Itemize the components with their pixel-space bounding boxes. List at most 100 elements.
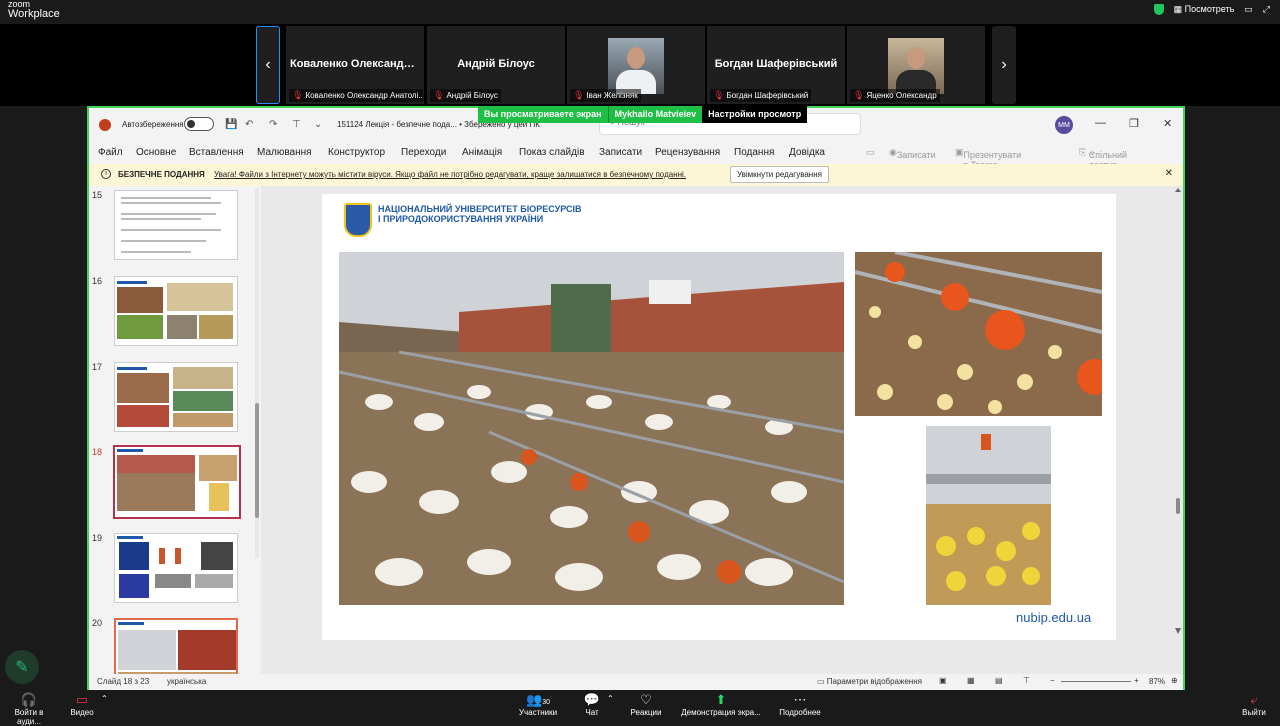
enable-editing-button[interactable]: Увімкнути редагування: [730, 166, 829, 183]
participant-tile[interactable]: 🎙 Іван Желізняк: [567, 26, 705, 104]
presenter-name: Mykhailo Matvieiev: [607, 106, 703, 123]
university-name: НАЦІОНАЛЬНИЙ УНІВЕРСИТЕТ БІОРЕСУРСІВ І ПР…: [378, 204, 582, 224]
participants-icon: 👥: [526, 692, 543, 707]
info-icon: i: [101, 169, 111, 179]
close-icon[interactable]: ✕: [1163, 117, 1172, 130]
ribbon-menu: Файл Основне Вставлення Малювання Констр…: [89, 144, 1183, 170]
muted-mic-icon: 🎙: [292, 90, 304, 100]
menu-insert[interactable]: Вставлення: [189, 147, 244, 158]
redo-icon[interactable]: ↷: [269, 119, 277, 130]
next-page-button[interactable]: ›: [992, 26, 1016, 104]
close-icon[interactable]: ✕: [1165, 168, 1173, 179]
video-options-icon[interactable]: ⌃: [101, 694, 108, 703]
more-button[interactable]: ⋯ Подробнее: [778, 692, 822, 717]
muted-mic-icon: 🎙: [853, 90, 865, 100]
powerpoint-window: Автозбереження 💾 ↶ ↷ ⊤ ⌄ 151124 Лекція -…: [87, 106, 1185, 690]
fullscreen-icon[interactable]: ⤢: [1263, 4, 1270, 15]
undo-icon[interactable]: ↶: [245, 119, 253, 130]
share-screen-button[interactable]: ⬆ Демонстрация экра...: [680, 692, 762, 717]
university-logo: [344, 203, 372, 237]
status-bar: Слайд 18 з 23 українська ▭ Параметри від…: [89, 674, 1183, 690]
menu-design[interactable]: Конструктор: [328, 147, 385, 158]
participants-button[interactable]: 👥30 Участники: [516, 692, 560, 717]
slide-thumbnail[interactable]: [114, 190, 238, 260]
leave-button[interactable]: ⤶ Выйти: [1240, 692, 1268, 717]
university-website: nubip.edu.ua: [1016, 610, 1092, 625]
slide-sorter-icon[interactable]: ▦: [967, 676, 975, 685]
muted-mic-icon: 🎙: [433, 90, 445, 100]
leave-icon: ⤶: [1250, 692, 1258, 707]
slide-thumbnail[interactable]: [114, 362, 238, 432]
menu-help[interactable]: Довідка: [789, 147, 825, 158]
autosave-toggle[interactable]: [184, 117, 214, 131]
comments-icon[interactable]: ▭: [866, 147, 875, 158]
participant-tile[interactable]: 🎙 Яценко Олександр: [847, 26, 985, 104]
powerpoint-icon: [99, 119, 111, 131]
drinker-chicks-photo: [926, 426, 1051, 605]
participant-tile[interactable]: Богдан Шаферівський 🎙 Богдан Шаферівський: [707, 26, 845, 104]
menu-animation[interactable]: Анімація: [462, 147, 502, 158]
fit-slide-icon[interactable]: ⊕: [1171, 676, 1178, 685]
muted-mic-icon: 🎙: [573, 90, 585, 100]
share-button[interactable]: ⎘ Спільний доступ ⌄: [1079, 147, 1127, 170]
annotate-icon[interactable]: ✎: [5, 650, 39, 684]
screen-share-bar: Вы просматриваете экран Mykhailo Matviei…: [478, 106, 808, 123]
zoom-out-icon[interactable]: −: [1050, 676, 1055, 685]
zoom-topbar: zoom Workplace ▦ Посмотреть ▭ ⤢: [0, 0, 1280, 24]
zoom-in-icon[interactable]: +: [1134, 676, 1139, 685]
menu-transitions[interactable]: Переходи: [401, 147, 446, 158]
menu-slideshow[interactable]: Показ слайдів: [519, 147, 585, 158]
participant-photo: [608, 38, 664, 94]
present-icon[interactable]: ⊤: [292, 119, 301, 130]
headphones-icon: 🎧: [20, 692, 38, 707]
slide-stage: НАЦІОНАЛЬНИЙ УНІВЕРСИТЕТ БІОРЕСУРСІВ І ПР…: [261, 186, 1183, 674]
video-button[interactable]: ▭ Видео: [64, 692, 100, 717]
present-teams-button[interactable]: ▣ Презентувати в Teams: [955, 147, 1021, 170]
encryption-shield-icon[interactable]: [1153, 4, 1164, 15]
slide-thumbnails: 15 16 17 18 19 20: [89, 186, 261, 688]
more-icon: ⋯: [793, 692, 807, 707]
menu-record[interactable]: Записати: [599, 147, 642, 158]
slide-thumbnail[interactable]: [114, 533, 238, 603]
slideshow-icon[interactable]: ⊤: [1023, 676, 1030, 685]
menu-draw[interactable]: Малювання: [257, 147, 312, 158]
chat-options-icon[interactable]: ⌃: [607, 694, 614, 703]
menu-view[interactable]: Подання: [734, 147, 774, 158]
slide-counter: Слайд 18 з 23: [97, 677, 150, 686]
minimize-icon[interactable]: —: [1095, 117, 1106, 129]
zoom-slider[interactable]: [1061, 681, 1131, 682]
chat-button[interactable]: 💬 Чат: [582, 692, 602, 717]
participant-tile[interactable]: Андрій Білоус 🎙 Андрій Білоус: [427, 26, 565, 104]
slide-scrollbar[interactable]: [1174, 188, 1182, 668]
slide-canvas: НАЦІОНАЛЬНИЙ УНІВЕРСИТЕТ БІОРЕСУРСІВ І ПР…: [322, 194, 1116, 640]
view-settings-button[interactable]: Настройки просмотр: [702, 106, 808, 123]
muted-mic-icon: 🎙: [713, 90, 725, 100]
menu-home[interactable]: Основне: [136, 147, 176, 158]
share-screen-icon: ⬆: [715, 692, 727, 707]
menu-file[interactable]: Файл: [98, 147, 123, 158]
save-icon[interactable]: 💾: [225, 119, 237, 130]
camera-off-icon: ▭: [75, 692, 89, 707]
thumbnail-scrollbar[interactable]: [255, 188, 259, 558]
slide-thumbnail[interactable]: [114, 276, 238, 346]
join-audio-button[interactable]: 🎧 Войти в ауди...: [2, 692, 56, 726]
slide-thumbnail-selected[interactable]: [113, 445, 241, 519]
reading-view-icon[interactable]: ▤: [995, 676, 1003, 685]
normal-view-icon[interactable]: ▣: [939, 676, 947, 685]
reactions-button[interactable]: ♡ Реакции: [628, 692, 664, 717]
view-button[interactable]: ▦ Посмотреть: [1174, 4, 1235, 15]
zoom-logo: zoom Workplace: [8, 0, 60, 20]
zoom-toolbar: 🎧 Войти в ауди... ▭ Видео ⌃ 👥30 Участники 💬…: [0, 690, 1280, 726]
gallery-icon[interactable]: ▭: [1244, 4, 1253, 15]
avatar[interactable]: MM: [1055, 116, 1073, 134]
participant-tile[interactable]: Коваленко Олександр ... 🎙 Коваленко Олекс…: [286, 26, 424, 104]
record-button[interactable]: ◉ Записати: [889, 147, 936, 160]
language-indicator: українська: [167, 677, 207, 686]
protected-view-bar: i БЕЗПЕЧНЕ ПОДАННЯ Увага! Файли з Інтерн…: [89, 164, 1183, 186]
customize-icon[interactable]: ⌄: [314, 119, 322, 130]
restore-icon[interactable]: ❐: [1129, 117, 1139, 130]
prev-page-button[interactable]: ‹: [256, 26, 280, 104]
display-settings-button[interactable]: ▭ Параметри відображення: [817, 677, 922, 686]
chat-icon: 💬: [583, 692, 601, 707]
menu-review[interactable]: Рецензування: [655, 147, 720, 158]
